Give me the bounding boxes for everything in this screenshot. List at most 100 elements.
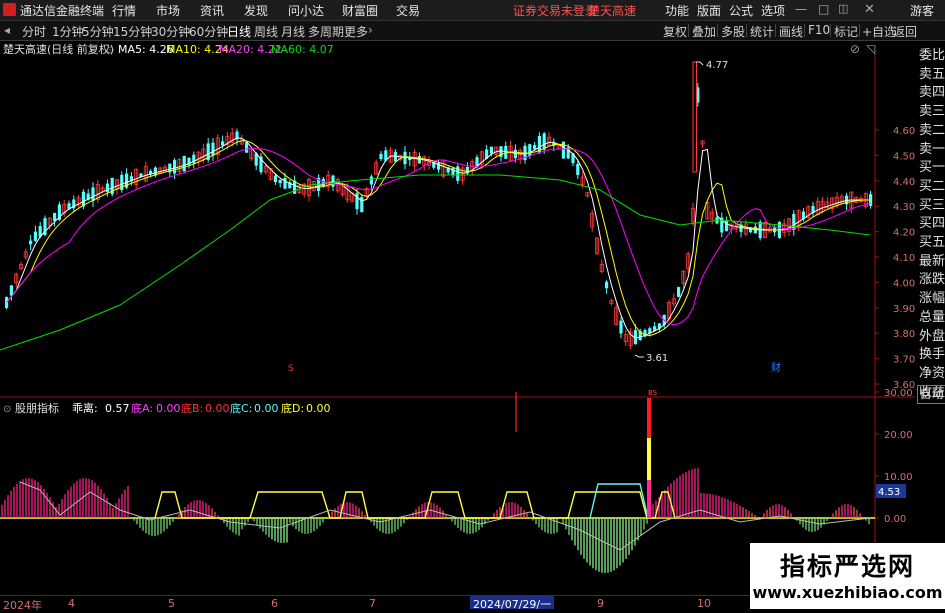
tool-back[interactable]: 返回 [893,23,917,40]
side-item[interactable]: 卖三 [919,102,945,121]
candle-body-down [355,193,359,210]
menu-wealth[interactable]: 财富圈 [342,2,378,19]
menu-options[interactable]: 选项 [761,2,785,19]
menu-quotes[interactable]: 行情 [112,2,136,19]
side-item[interactable]: 卖五 [919,65,945,84]
candle-body-down [542,133,546,150]
selected-date: 2024/07/29/一 [470,596,555,611]
expand-icon[interactable]: ◹ [865,42,875,56]
finance-marker[interactable]: 财 [771,361,781,374]
sub-indicator-name: 股朋指标 [15,401,59,415]
candle-body-down [619,320,623,334]
ma60-line [0,174,871,351]
candle-body-down [29,240,33,245]
period-tab-30min[interactable]: 30分钟 [151,23,190,40]
kline-chart[interactable]: 楚天高速(日线 前复权) ⊙ MA5: 4.26 MA10: 4.24 MA20… [0,40,915,595]
side-item[interactable]: 卖四 [919,83,945,102]
period-tab-1min[interactable]: 1分钟 [52,23,84,40]
menu-formula[interactable]: 公式 [729,2,753,19]
candle-body-down [273,175,277,183]
candle-body-down [278,179,282,184]
guest-label[interactable]: 游客 [910,2,934,19]
collapse-icon[interactable]: ◂ [4,23,10,37]
period-tab-15min[interactable]: 15分钟 [113,23,152,40]
side-item[interactable]: 买二 [919,177,945,196]
price-axis: 4.60 4.50 4.40 4.30 4.20 4.10 4.00 3.90 3.80 3.70… [875,126,915,391]
candle-body-down [245,142,249,153]
tool-overlay[interactable]: 叠加 [692,23,716,40]
side-item[interactable]: 卖一 [919,140,945,159]
side-item[interactable]: 买四 [919,214,945,233]
side-item[interactable]: 委比 [919,46,945,65]
period-tab-60min[interactable]: 60分钟 [189,23,228,40]
candle-body-down [677,287,681,297]
side-item[interactable]: 外盘 [919,327,945,346]
tool-multistock[interactable]: 多股 [721,23,745,40]
tool-draw[interactable]: 画线 [779,23,803,40]
settings-icon[interactable]: ⊘ [850,42,860,56]
period-tab-multi[interactable]: 多周期 [308,23,344,40]
period-tab-weekly[interactable]: 周线 [254,23,278,40]
side-item[interactable]: 最新 [919,252,945,271]
tool-mark[interactable]: 标记 [834,23,858,40]
legend-toggle-icon[interactable]: ⊙ [106,45,114,56]
auto-button[interactable]: 自动 [917,385,945,404]
period-tab-5min[interactable]: 5分钟 [82,23,114,40]
tool-adjust[interactable]: 复权 [663,23,687,40]
deviation-value: 0.57 [105,402,130,415]
side-item[interactable]: 总量 [919,308,945,327]
sub-toggle-icon[interactable]: ⊙ [3,404,11,415]
period-tab-more[interactable]: 更多 [344,23,368,40]
candle-body-down [33,231,37,241]
menu-market[interactable]: 市场 [156,2,180,19]
side-item[interactable]: 买一 [919,158,945,177]
candle-body-down [221,141,225,146]
watermark: 指标严选网 www.xuezhibiao.com [750,543,945,609]
restore-icon[interactable]: ◫ [838,2,848,15]
period-tab-daily[interactable]: 日线 [227,23,251,40]
candle-body-down [321,178,325,187]
menu-function[interactable]: 功能 [665,2,689,19]
bottom-c-label: 底C: [230,401,252,415]
candlestick-series [5,61,873,349]
menu-trade[interactable]: 交易 [396,2,420,19]
candle-body-down [331,175,335,187]
side-item[interactable]: 卖二 [919,121,945,140]
close-icon[interactable]: ✕ [864,2,875,17]
side-item[interactable]: 买三 [919,196,945,215]
price-tick-label: 4.40 [893,177,915,188]
side-item[interactable]: 涨跌 [919,270,945,289]
candle-body-down [513,149,517,159]
side-item[interactable]: 涨幅 [919,289,945,308]
ma60-label: MA60: 4.07 [271,43,334,56]
price-tick-label: 3.70 [893,355,915,366]
menu-discover[interactable]: 发现 [244,2,268,19]
menu-layout[interactable]: 版面 [697,2,721,19]
menu-news[interactable]: 资讯 [200,2,224,19]
app-title: 通达信金融终端 [20,4,105,18]
stock-name-label: 楚天高速(日线 前复权) [3,42,114,56]
more-chevron-icon[interactable]: › [368,23,373,37]
price-tick-label: 4.50 [893,151,915,162]
price-tick-label: 4.30 [893,202,915,213]
period-tab-monthly[interactable]: 月线 [281,23,305,40]
side-item[interactable]: 净资 [919,364,945,383]
side-item[interactable]: 买五 [919,233,945,252]
side-item[interactable]: 换手 [919,345,945,364]
sub-tick-label: 30.00 [884,388,913,399]
price-tick-label: 4.60 [893,126,915,137]
period-tab-timeshare[interactable]: 分时 [22,23,46,40]
login-status[interactable]: 证券交易未登录 [513,2,597,19]
bottom-b-label: 底B: [181,401,203,415]
separator [688,24,689,37]
price-tick-label: 3.80 [893,329,915,340]
maximize-icon[interactable]: □ [818,2,829,16]
bottom-d-label: 底D: [281,401,304,415]
time-tick: 4 [68,597,75,610]
menu-ask[interactable]: 问小达 [288,2,324,19]
bottom-a-value: 0.00 [156,402,181,415]
tool-f10[interactable]: F10 [808,23,830,37]
tool-stats[interactable]: 统计 [750,23,774,40]
candle-body-down [533,145,537,150]
minimize-icon[interactable]: — [795,2,807,16]
